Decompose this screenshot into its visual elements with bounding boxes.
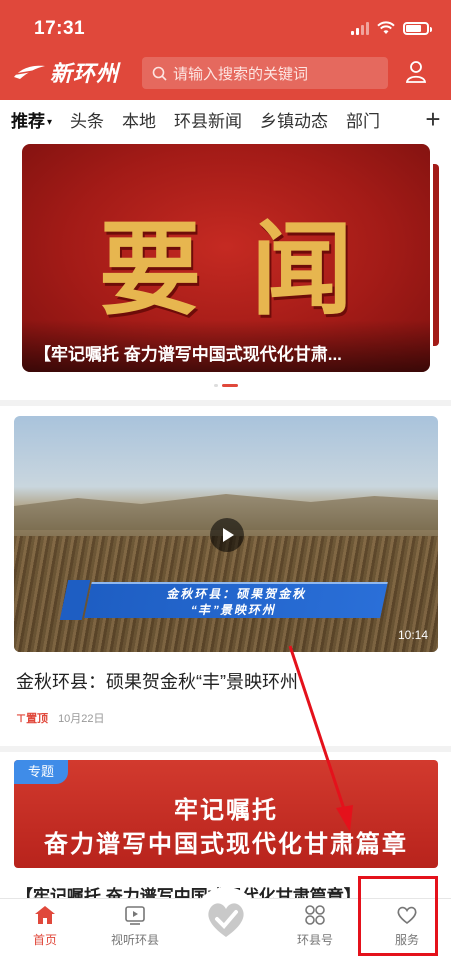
wifi-icon [377, 21, 395, 34]
topic-badge: 专题 [14, 760, 69, 784]
banner-carousel: 要闻 【牢记嘱托 奋力谱写中国式现代化甘肃... [0, 138, 451, 400]
tabbar-account-label: 环县号 [296, 933, 333, 947]
signal-icon [351, 21, 369, 35]
news-card[interactable]: 金秋环县：硕果贺金秋 “丰”景映环州 10:14 金秋环县：硕果贺金秋“丰”景映… [0, 406, 451, 746]
video-overlay-title: 金秋环县：硕果贺金秋 “丰”景映环州 [84, 582, 388, 618]
heart-hands-icon [208, 903, 244, 937]
banner-caption: 【牢记嘱托 奋力谱写中国式现代化甘肃... [22, 320, 430, 372]
tab-township-news[interactable]: 乡镇动态 [251, 107, 337, 132]
search-placeholder: 请输入搜索的关键词 [173, 65, 309, 83]
grid-circles-icon [305, 905, 325, 925]
tab-headlines[interactable]: 头条 [61, 107, 113, 132]
battery-icon [403, 21, 432, 35]
logo-text: 新环州 [50, 61, 120, 87]
topic-banner[interactable]: 专题 牢记嘱托 奋力谱写中国式现代化甘肃篇章 [14, 760, 438, 868]
carousel-dot [214, 384, 218, 387]
tabbar-video-label: 视听环县 [110, 933, 159, 947]
topic-line2: 奋力谱写中国式现代化甘肃篇章 [44, 831, 408, 858]
carousel-indicator [214, 384, 238, 387]
video-thumbnail[interactable]: 金秋环县：硕果贺金秋 “丰”景映环州 10:14 [14, 416, 438, 652]
tabbar-home-label: 首页 [32, 933, 57, 947]
channel-tabs: 推荐 头条 本地 环县新闻 乡镇动态 部门 + [0, 100, 451, 138]
topic-line1: 牢记嘱托 [174, 797, 278, 824]
tab-county-news[interactable]: 环县新闻 [165, 107, 251, 132]
news-meta: ⊤置顶 10月22日 [16, 710, 105, 726]
app-header: 17:31 新环州 请输入搜索的关键词 [0, 0, 451, 100]
tabbar-account[interactable]: 环县号 [270, 903, 360, 948]
carousel-dot-active [222, 384, 238, 387]
app-logo: 新环州 [12, 54, 119, 90]
tab-local[interactable]: 本地 [113, 107, 165, 132]
search-input[interactable]: 请输入搜索的关键词 [142, 57, 388, 89]
banner-title: 要闻 [99, 210, 403, 330]
play-icon[interactable] [210, 518, 244, 552]
video-overlay-line1: 金秋环县：硕果贺金秋 [165, 587, 309, 601]
search-icon [152, 66, 167, 81]
next-slide-peek [433, 164, 439, 346]
pinned-badge: ⊤置顶 [16, 713, 49, 725]
pin-icon: ⊤ [16, 713, 27, 725]
video-play-icon [125, 906, 145, 925]
status-icons [351, 21, 432, 35]
home-icon [35, 906, 55, 924]
logo-swoosh-icon [14, 65, 45, 79]
news-date: 10月22日 [58, 713, 105, 725]
tab-departments[interactable]: 部门 [337, 107, 389, 132]
banner-slide[interactable]: 要闻 【牢记嘱托 奋力谱写中国式现代化甘肃... [22, 144, 430, 372]
video-duration: 10:14 [397, 628, 428, 642]
tab-recommend[interactable]: 推荐 [0, 107, 61, 132]
add-channel-icon[interactable]: + [415, 100, 451, 138]
news-title[interactable]: 金秋环县：硕果贺金秋“丰”景映环州 [16, 668, 298, 694]
tabbar-video[interactable]: 视听环县 [90, 903, 180, 948]
status-time: 17:31 [34, 18, 86, 39]
tabbar-home[interactable]: 首页 [0, 903, 90, 948]
video-overlay-line2: “丰”景映环州 [189, 603, 279, 617]
status-bar: 17:31 [0, 18, 451, 42]
center-heart-button[interactable] [194, 887, 258, 951]
user-icon[interactable] [405, 60, 427, 84]
annotation-highlight-box [358, 876, 438, 956]
